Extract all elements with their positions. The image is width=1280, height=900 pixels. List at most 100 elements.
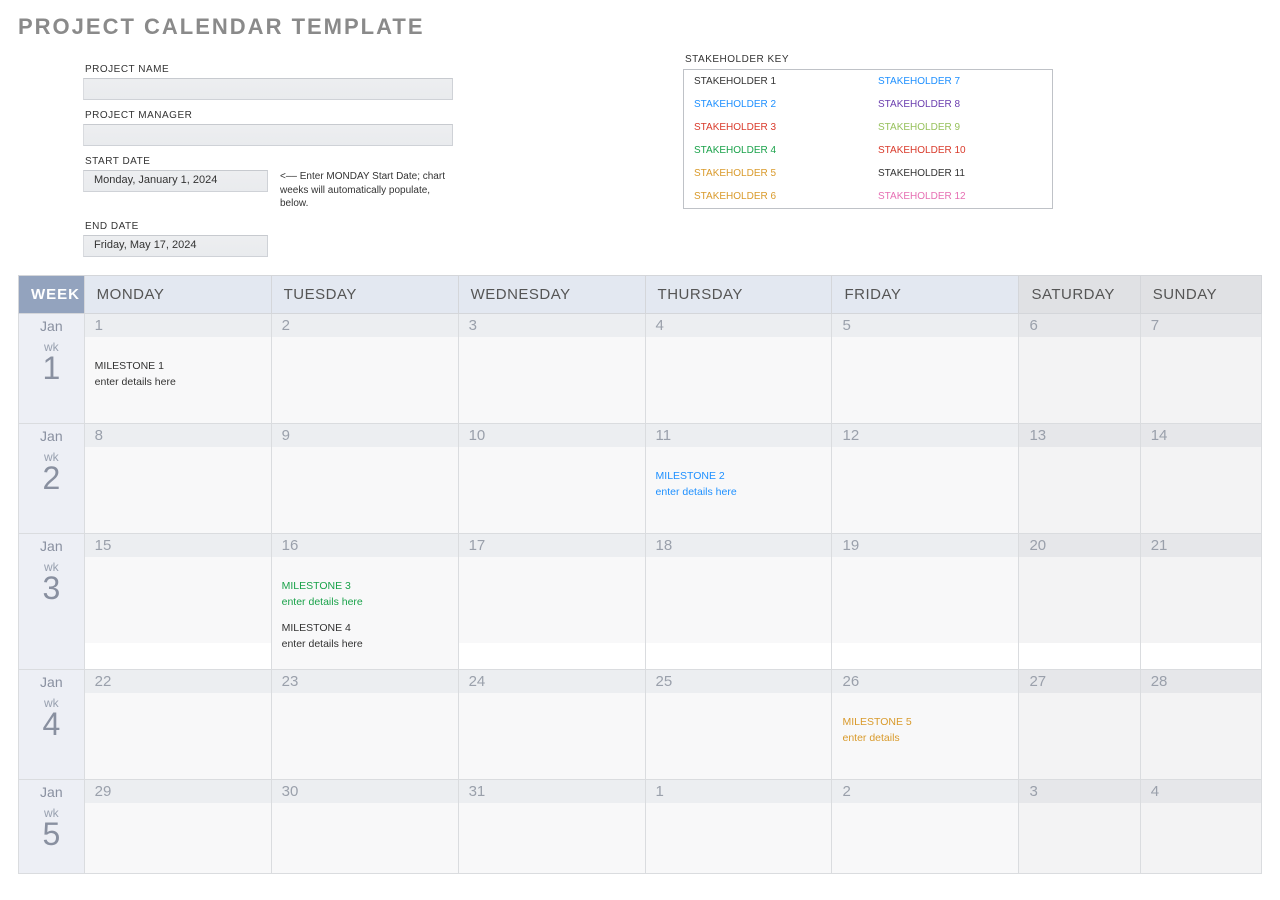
week-number: 1 xyxy=(19,352,84,384)
calendar-day[interactable]: 31 xyxy=(458,780,645,874)
calendar-day[interactable]: 6 xyxy=(1019,313,1140,423)
day-number: 21 xyxy=(1141,534,1261,557)
calendar-day[interactable]: 3 xyxy=(1019,780,1140,874)
calendar-day[interactable]: 26MILESTONE 5enter details xyxy=(832,670,1019,780)
calendar-day[interactable]: 11MILESTONE 2enter details here xyxy=(645,423,832,533)
day-body[interactable] xyxy=(832,557,1018,643)
page-title: PROJECT CALENDAR TEMPLATE xyxy=(18,14,1262,40)
day-body[interactable] xyxy=(1019,557,1139,643)
calendar-day[interactable]: 3 xyxy=(458,313,645,423)
calendar-day[interactable]: 8 xyxy=(84,423,271,533)
day-body[interactable] xyxy=(85,693,271,779)
col-monday: MONDAY xyxy=(84,275,271,313)
col-friday: FRIDAY xyxy=(832,275,1019,313)
week-month: Jan xyxy=(19,314,84,340)
milestone-title: MILESTONE 3 xyxy=(282,579,448,593)
calendar-day[interactable]: 5 xyxy=(832,313,1019,423)
calendar-day[interactable]: 12 xyxy=(832,423,1019,533)
stakeholder-item: STAKEHOLDER 3 xyxy=(684,116,868,139)
day-body[interactable]: MILESTONE 5 enter details xyxy=(832,693,1018,779)
day-body[interactable] xyxy=(1141,693,1261,779)
day-body[interactable] xyxy=(272,337,458,423)
calendar-day[interactable]: 15 xyxy=(84,533,271,670)
stakeholder-item: STAKEHOLDER 1 xyxy=(684,70,868,93)
calendar-day[interactable]: 4 xyxy=(1140,780,1261,874)
day-body[interactable] xyxy=(459,693,645,779)
col-week: WEEK xyxy=(19,275,85,313)
week-number: 2 xyxy=(19,462,84,494)
calendar-day[interactable]: 22 xyxy=(84,670,271,780)
day-body[interactable] xyxy=(646,693,832,779)
day-body[interactable] xyxy=(85,447,271,533)
calendar-day[interactable]: 17 xyxy=(458,533,645,670)
milestone-title: MILESTONE 5 xyxy=(842,715,1008,729)
day-body[interactable] xyxy=(646,557,832,643)
calendar-week: Janwk11MILESTONE 1enter details here2345… xyxy=(19,313,1262,423)
day-number: 10 xyxy=(459,424,645,447)
stakeholder-key-title: STAKEHOLDER KEY xyxy=(685,54,1053,65)
milestone-title: MILESTONE 2 xyxy=(656,469,822,483)
calendar-day[interactable]: 16MILESTONE 3enter details hereMILESTONE… xyxy=(271,533,458,670)
calendar-day[interactable]: 13 xyxy=(1019,423,1140,533)
day-body[interactable] xyxy=(272,693,458,779)
day-body[interactable] xyxy=(1019,693,1139,779)
calendar-day[interactable]: 30 xyxy=(271,780,458,874)
day-body[interactable] xyxy=(272,447,458,533)
day-body[interactable]: MILESTONE 2enter details here xyxy=(646,447,832,533)
milestone-detail: enter details xyxy=(842,731,1008,745)
calendar-day[interactable]: 21 xyxy=(1140,533,1261,670)
week-month: Jan xyxy=(19,534,84,560)
calendar-day[interactable]: 2 xyxy=(832,780,1019,874)
calendar-day[interactable]: 24 xyxy=(458,670,645,780)
calendar-day[interactable]: 27 xyxy=(1019,670,1140,780)
week-number: 5 xyxy=(19,818,84,850)
day-body[interactable] xyxy=(1141,803,1261,873)
calendar-day[interactable]: 20 xyxy=(1019,533,1140,670)
calendar-day[interactable]: 1 xyxy=(645,780,832,874)
project-manager-input[interactable] xyxy=(83,124,453,146)
calendar-day[interactable]: 25 xyxy=(645,670,832,780)
day-body[interactable] xyxy=(459,803,645,873)
stakeholder-item: STAKEHOLDER 4 xyxy=(684,139,868,162)
start-date-input[interactable]: Monday, January 1, 2024 xyxy=(83,170,268,192)
day-body[interactable] xyxy=(1019,447,1139,533)
day-body[interactable] xyxy=(646,803,832,873)
day-body[interactable] xyxy=(832,447,1018,533)
week-month: Jan xyxy=(19,670,84,696)
project-name-input[interactable] xyxy=(83,78,453,100)
calendar-day[interactable]: 19 xyxy=(832,533,1019,670)
day-body[interactable] xyxy=(272,803,458,873)
calendar-day[interactable]: 4 xyxy=(645,313,832,423)
day-body[interactable] xyxy=(832,337,1018,423)
day-number: 12 xyxy=(832,424,1018,447)
day-body[interactable]: MILESTONE 3enter details hereMILESTONE 4… xyxy=(272,557,458,670)
calendar-day[interactable]: 28 xyxy=(1140,670,1261,780)
day-body[interactable] xyxy=(1141,337,1261,423)
calendar-day[interactable]: 29 xyxy=(84,780,271,874)
end-date-input[interactable]: Friday, May 17, 2024 xyxy=(83,235,268,257)
calendar-day[interactable]: 2 xyxy=(271,313,458,423)
day-body[interactable] xyxy=(1141,557,1261,643)
day-body[interactable] xyxy=(1019,337,1139,423)
day-body[interactable] xyxy=(459,557,645,643)
calendar-day[interactable]: 18 xyxy=(645,533,832,670)
calendar-day[interactable]: 9 xyxy=(271,423,458,533)
calendar-day[interactable]: 23 xyxy=(271,670,458,780)
day-body[interactable] xyxy=(646,337,832,423)
day-body[interactable] xyxy=(85,803,271,873)
calendar-day[interactable]: 1MILESTONE 1enter details here xyxy=(84,313,271,423)
calendar-day[interactable]: 10 xyxy=(458,423,645,533)
calendar-week: Janwk31516MILESTONE 3enter details hereM… xyxy=(19,533,1262,670)
calendar-day[interactable]: 14 xyxy=(1140,423,1261,533)
day-body[interactable] xyxy=(1019,803,1139,873)
day-body[interactable]: MILESTONE 1enter details here xyxy=(85,337,271,423)
day-body[interactable] xyxy=(85,557,271,643)
stakeholder-item: STAKEHOLDER 11 xyxy=(868,162,1052,185)
calendar-day[interactable]: 7 xyxy=(1140,313,1261,423)
calendar-week: Janwk52930311234 xyxy=(19,780,1262,874)
start-date-label: START DATE xyxy=(85,156,503,167)
day-body[interactable] xyxy=(459,337,645,423)
day-body[interactable] xyxy=(832,803,1018,873)
day-body[interactable] xyxy=(459,447,645,533)
day-body[interactable] xyxy=(1141,447,1261,533)
